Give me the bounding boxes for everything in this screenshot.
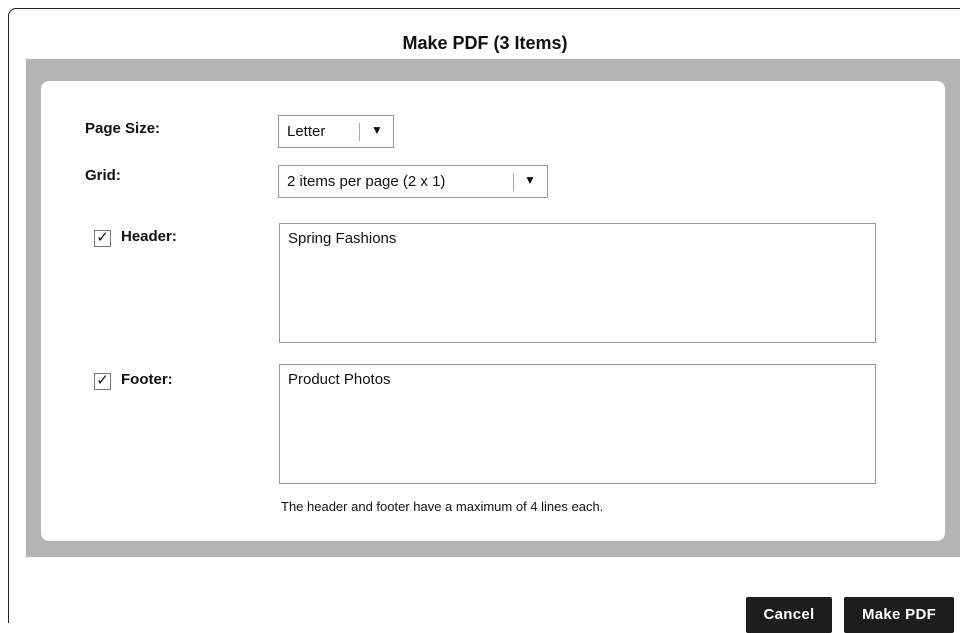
page-size-label: Page Size: [85, 120, 161, 137]
check-icon: ✓ [96, 372, 109, 389]
limit-note: The header and footer have a maximum of … [281, 499, 604, 514]
chevron-down-icon: ▼ [524, 173, 536, 187]
header-label: Header: [121, 228, 177, 245]
header-text: Spring Fashions [288, 230, 397, 247]
footer-label: Footer: [121, 371, 173, 388]
dialog-body-frame: Page Size: Letter ▼ Grid: 2 items per pa… [26, 59, 960, 557]
check-icon: ✓ [96, 229, 109, 246]
footer-checkbox[interactable]: ✓ [94, 373, 111, 390]
grid-label: Grid: [85, 167, 121, 184]
header-textarea[interactable]: Spring Fashions [279, 223, 876, 343]
header-checkbox[interactable]: ✓ [94, 230, 111, 247]
make-pdf-button[interactable]: Make PDF [844, 597, 954, 633]
select-divider [359, 123, 360, 141]
page-size-value: Letter [287, 123, 326, 140]
page-size-select[interactable]: Letter ▼ [278, 115, 394, 148]
grid-select[interactable]: 2 items per page (2 x 1) ▼ [278, 165, 548, 198]
select-divider [513, 173, 514, 191]
make-pdf-dialog: Make PDF (3 Items) Page Size: Letter ▼ G… [8, 8, 960, 633]
grid-value: 2 items per page (2 x 1) [287, 173, 446, 190]
cancel-button[interactable]: Cancel [746, 597, 832, 633]
chevron-down-icon: ▼ [371, 123, 383, 137]
dialog-title: Make PDF (3 Items) [402, 33, 568, 53]
footer-text: Product Photos [288, 371, 391, 388]
footer-textarea[interactable]: Product Photos [279, 364, 876, 484]
options-panel: Page Size: Letter ▼ Grid: 2 items per pa… [41, 81, 945, 541]
